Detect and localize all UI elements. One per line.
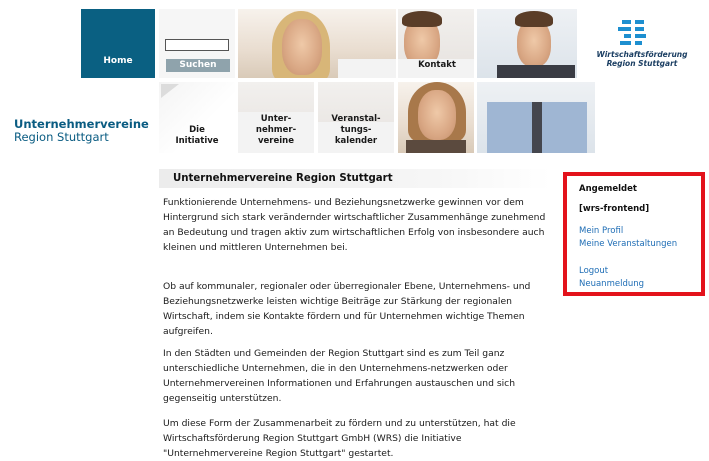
photo-woman-top (238, 9, 396, 78)
content-header-bar: Unternehmervereine Region Stuttgart (159, 169, 551, 188)
wrs-logo-icon (618, 18, 646, 46)
link-neuanmeldung[interactable]: Neuanmeldung (579, 278, 644, 292)
nav-home-label: Home (103, 56, 133, 66)
login-username: [wrs-frontend] (579, 204, 650, 214)
paragraph-1: Funktionierende Unternehmens- und Bezieh… (163, 197, 546, 253)
wrs-logo-line2: Region Stuttgart (606, 59, 678, 68)
photo-man-bottom (477, 82, 595, 153)
login-status-box: Angemeldet [wrs-frontend] Mein Profil Me… (563, 172, 705, 296)
login-status: Angemeldet (579, 184, 637, 194)
nav-home[interactable]: Home (81, 9, 155, 78)
search-button[interactable]: Suchen (166, 59, 230, 72)
nav-unternehmervereine[interactable]: Unter- nehmer- vereine (246, 114, 306, 147)
site-brand-line2: Region Stuttgart (14, 130, 109, 144)
site-brand[interactable]: Unternehmervereine Region Stuttgart (14, 118, 149, 144)
nav-kontakt[interactable]: Kontakt (412, 60, 462, 71)
paragraph-3: In den Städten und Gemeinden der Region … (163, 348, 516, 404)
paragraph-4: Um diese Form der Zusammenarbeit zu förd… (163, 418, 516, 459)
nav-veranstaltungskalender[interactable]: Veranstal- tungs- kalender (322, 114, 390, 147)
photo-woman-bottom (398, 82, 474, 153)
search-input[interactable] (165, 39, 229, 51)
link-meine-veranstaltungen[interactable]: Meine Veranstaltungen (579, 238, 679, 252)
photo-man-top (477, 9, 577, 78)
link-logout[interactable]: Logout (579, 265, 608, 279)
wrs-logo-line1: Wirtschaftsförderung (596, 50, 688, 59)
link-mein-profil[interactable]: Mein Profil (579, 225, 623, 239)
page-title: Unternehmervereine Region Stuttgart (173, 173, 393, 184)
nav-initiative[interactable]: Die Initiative (166, 125, 228, 147)
paragraph-2: Ob auf kommunaler, regionaler oder überr… (163, 281, 531, 337)
